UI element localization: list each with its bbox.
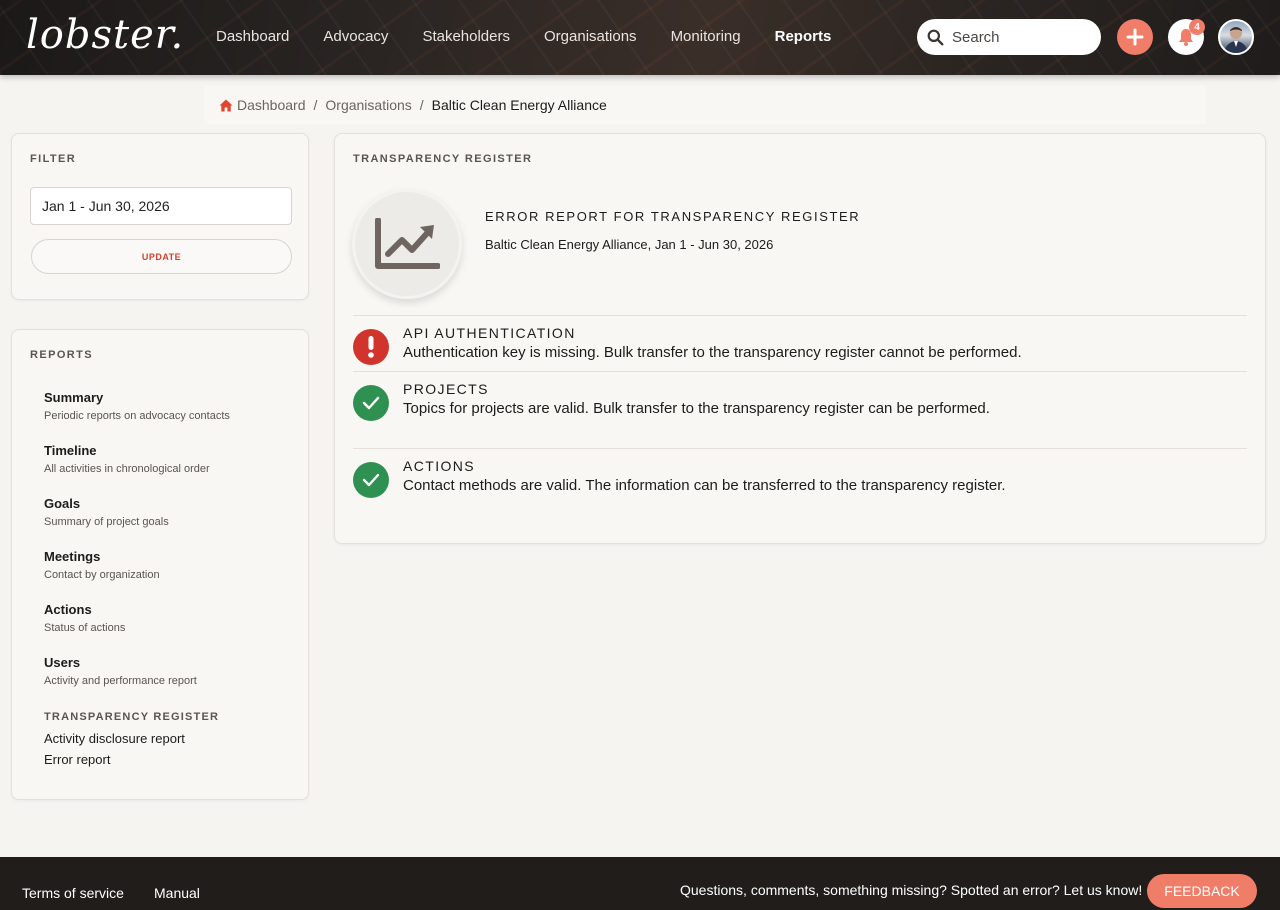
search-box[interactable] bbox=[917, 19, 1101, 55]
terms-of-service-link[interactable]: Terms of service bbox=[22, 885, 124, 901]
report-item-timeline[interactable]: Timeline All activities in chronological… bbox=[44, 443, 210, 475]
error-status-icon bbox=[353, 329, 389, 365]
notification-count-badge: 4 bbox=[1189, 19, 1205, 35]
report-item-desc: All activities in chronological order bbox=[44, 463, 210, 475]
reports-heading: REPORTS bbox=[30, 349, 93, 361]
chart-line-icon bbox=[375, 218, 440, 269]
report-item-actions[interactable]: Actions Status of actions bbox=[44, 602, 125, 634]
nav-item-organisations[interactable]: Organisations bbox=[544, 28, 637, 45]
report-item-desc: Activity and performance report bbox=[44, 675, 197, 687]
report-subtitle: Baltic Clean Energy Alliance, Jan 1 - Ju… bbox=[485, 237, 774, 252]
filter-panel: FILTER UPDATE bbox=[11, 133, 309, 300]
report-item-title: Summary bbox=[44, 390, 104, 405]
transparency-register-heading: TRANSPARENCY REGISTER bbox=[44, 711, 220, 723]
report-item-desc: Contact by organization bbox=[44, 569, 160, 581]
breadcrumb-organisations[interactable]: Organisations bbox=[325, 97, 411, 113]
divider bbox=[353, 448, 1247, 449]
home-icon[interactable] bbox=[219, 99, 233, 112]
breadcrumb: Dashboard / Organisations / Baltic Clean… bbox=[204, 86, 1206, 124]
breadcrumb-separator: / bbox=[419, 97, 424, 113]
report-item-meetings[interactable]: Meetings Contact by organization bbox=[44, 549, 160, 581]
search-icon bbox=[927, 29, 944, 45]
report-item-title: Timeline bbox=[44, 443, 97, 458]
update-button[interactable]: UPDATE bbox=[31, 239, 292, 274]
exclamation-icon bbox=[368, 336, 374, 358]
report-title: ERROR REPORT FOR TRANSPARENCY REGISTER bbox=[485, 209, 861, 224]
nav-item-reports[interactable]: Reports bbox=[775, 28, 832, 45]
search-input[interactable] bbox=[952, 28, 1082, 46]
transparency-register-panel: TRANSPARENCY REGISTER ERROR REPORT FOR T… bbox=[334, 133, 1266, 544]
result-message: Topics for projects are valid. Bulk tran… bbox=[403, 400, 990, 417]
feedback-button[interactable]: FEEDBACK bbox=[1147, 874, 1257, 908]
nav-item-monitoring[interactable]: Monitoring bbox=[671, 28, 741, 45]
nav-item-stakeholders[interactable]: Stakeholders bbox=[422, 28, 510, 45]
top-navigation-bar: lobster. Dashboard Advocacy Stakeholders… bbox=[0, 0, 1280, 75]
nav-item-dashboard[interactable]: Dashboard bbox=[216, 28, 289, 45]
report-item-summary[interactable]: Summary Periodic reports on advocacy con… bbox=[44, 390, 230, 422]
date-range-input[interactable] bbox=[30, 187, 292, 225]
nav-item-advocacy[interactable]: Advocacy bbox=[323, 28, 388, 45]
avatar-portrait bbox=[1224, 27, 1248, 53]
filter-heading: FILTER bbox=[30, 153, 77, 165]
divider bbox=[353, 315, 1247, 316]
error-report-link[interactable]: Error report bbox=[44, 752, 110, 767]
manual-link[interactable]: Manual bbox=[154, 885, 200, 901]
check-icon bbox=[362, 473, 380, 487]
report-item-title: Actions bbox=[44, 602, 92, 617]
user-avatar[interactable] bbox=[1218, 19, 1254, 55]
feedback-prompt: Questions, comments, something missing? … bbox=[680, 882, 1143, 898]
report-item-title: Goals bbox=[44, 496, 81, 511]
breadcrumb-separator: / bbox=[313, 97, 318, 113]
report-item-desc: Summary of project goals bbox=[44, 516, 169, 528]
panel-heading: TRANSPARENCY REGISTER bbox=[353, 153, 533, 165]
report-item-title: Meetings bbox=[44, 549, 101, 564]
activity-disclosure-report-link[interactable]: Activity disclosure report bbox=[44, 731, 185, 746]
report-icon-circle bbox=[352, 189, 462, 299]
report-item-desc: Status of actions bbox=[44, 622, 126, 634]
footer: Terms of service Manual Questions, comme… bbox=[0, 857, 1280, 910]
divider bbox=[353, 371, 1247, 372]
result-message: Authentication key is missing. Bulk tran… bbox=[403, 344, 1022, 361]
main-nav: Dashboard Advocacy Stakeholders Organisa… bbox=[216, 28, 865, 45]
check-icon bbox=[362, 396, 380, 410]
ok-status-icon bbox=[353, 385, 389, 421]
breadcrumb-current: Baltic Clean Energy Alliance bbox=[431, 97, 607, 113]
plus-icon bbox=[1126, 28, 1144, 46]
ok-status-icon bbox=[353, 462, 389, 498]
report-item-desc: Periodic reports on advocacy contacts bbox=[44, 410, 230, 422]
result-title: PROJECTS bbox=[403, 381, 489, 397]
reports-panel: REPORTS Summary Periodic reports on advo… bbox=[11, 329, 309, 800]
report-item-goals[interactable]: Goals Summary of project goals bbox=[44, 496, 169, 528]
add-button[interactable] bbox=[1117, 19, 1153, 55]
report-item-users[interactable]: Users Activity and performance report bbox=[44, 655, 197, 687]
breadcrumb-dashboard[interactable]: Dashboard bbox=[237, 97, 306, 113]
result-title: ACTIONS bbox=[403, 458, 476, 474]
report-item-title: Users bbox=[44, 655, 81, 670]
result-title: API AUTHENTICATION bbox=[403, 325, 576, 341]
result-message: Contact methods are valid. The informati… bbox=[403, 477, 1006, 494]
lobster-logo[interactable]: lobster. bbox=[26, 12, 184, 58]
